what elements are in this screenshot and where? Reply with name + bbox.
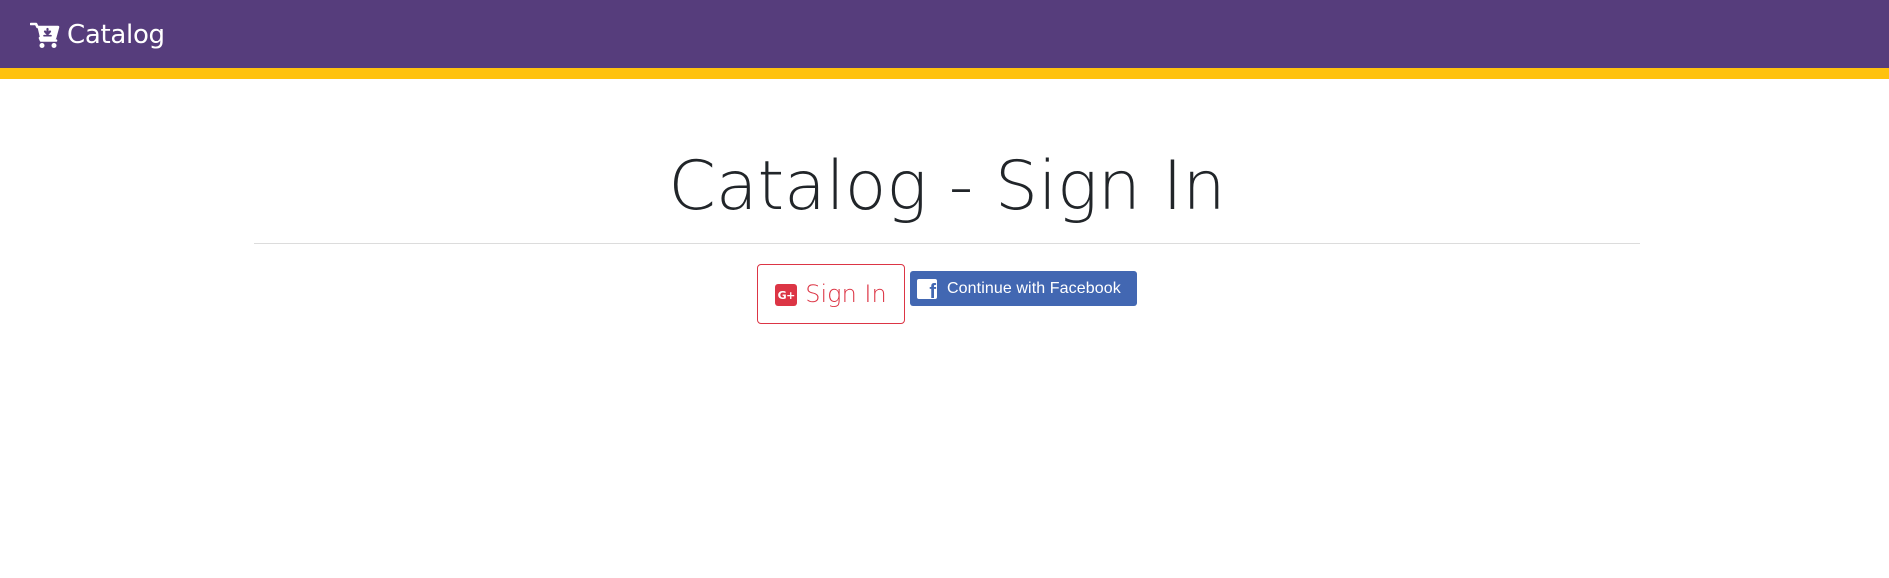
shopping-cart-icon <box>29 21 60 49</box>
brand-label: Catalog <box>67 20 165 50</box>
google-sign-in-label: Sign In <box>805 280 887 308</box>
title-divider <box>254 243 1640 244</box>
facebook-icon: f <box>917 278 937 299</box>
top-navbar: Catalog <box>0 0 1889 79</box>
google-plus-icon: G+ <box>775 284 798 306</box>
brand-link[interactable]: Catalog <box>29 18 165 52</box>
facebook-login-label: Continue with Facebook <box>947 279 1121 297</box>
facebook-icon-glyph: f <box>929 280 936 299</box>
facebook-login-button[interactable]: f Continue with Facebook <box>910 271 1137 306</box>
google-sign-in-button[interactable]: G+ Sign In <box>757 264 905 324</box>
page-title: Catalog - Sign In <box>668 147 1226 226</box>
